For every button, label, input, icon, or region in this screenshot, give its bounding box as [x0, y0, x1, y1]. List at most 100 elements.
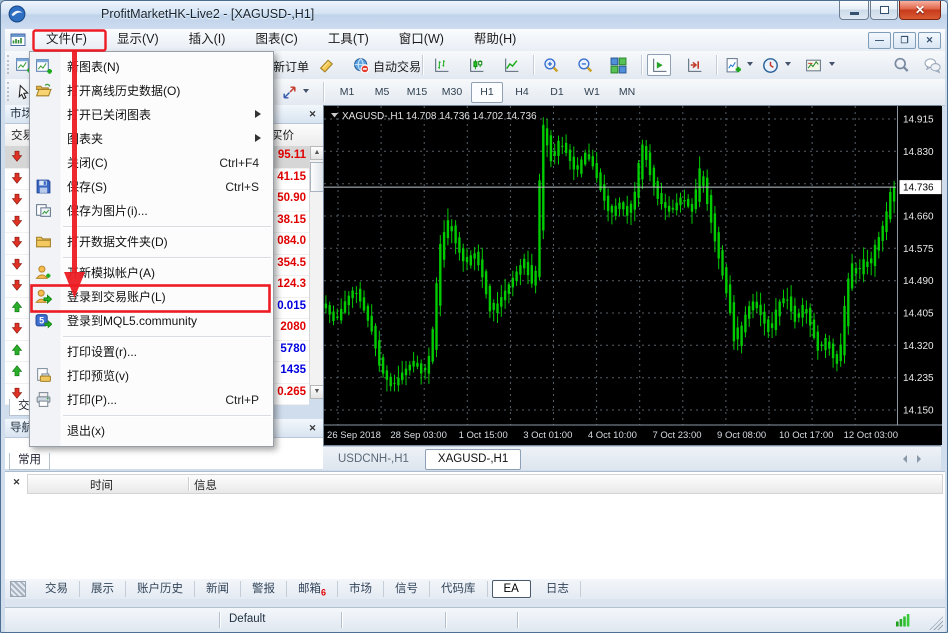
file-menu-item-打开离线历史数据(O)[interactable]: 打开离线历史数据(O) — [30, 79, 273, 103]
file-menu-item-保存(S)[interactable]: 保存(S)Ctrl+S — [30, 175, 273, 199]
chart-tab-XAGUSD-,H1[interactable]: XAGUSD-,H1 — [425, 449, 521, 470]
terminal-tab-账户历史[interactable]: 账户历史 — [126, 581, 195, 597]
timeframe-M15[interactable]: M15 — [401, 82, 433, 103]
timeframe-MN[interactable]: MN — [611, 82, 643, 103]
resize-grip[interactable] — [929, 616, 943, 630]
menubar-item-显示(V)[interactable]: 显示(V) — [102, 29, 174, 51]
tab-scroll-left-icon[interactable] — [899, 455, 907, 463]
child-window-icon[interactable] — [10, 32, 26, 48]
gold-tag-icon[interactable] — [314, 54, 338, 76]
status-profile[interactable]: Default — [229, 613, 265, 625]
file-menu-item-登录到MQL5.community[interactable]: 5登录到MQL5.community — [30, 309, 273, 333]
periods-dropdown-icon[interactable] — [785, 62, 791, 69]
file-menu-item-退出(x)[interactable]: 退出(x) — [30, 419, 273, 443]
timeframe-M5[interactable]: M5 — [366, 82, 398, 103]
new-order-label[interactable]: 新订单 — [273, 58, 309, 75]
client-gap — [5, 599, 945, 607]
chart-tab-USDCNH-,H1[interactable]: USDCNH-,H1 — [326, 450, 421, 469]
navigator-close-icon[interactable]: ✕ — [306, 422, 319, 435]
toolbar-separator — [323, 82, 324, 102]
trend-down-icon — [10, 321, 24, 335]
arrows-tool-button[interactable] — [277, 81, 301, 103]
timeframe-H1[interactable]: H1 — [471, 82, 503, 103]
chart-shift-button[interactable] — [682, 54, 706, 76]
menubar-item-插入(I)[interactable]: 插入(I) — [174, 29, 241, 51]
timeframe-M1[interactable]: M1 — [331, 82, 363, 103]
terminal-tab-信号[interactable]: 信号 — [384, 581, 430, 597]
scroll-up-icon[interactable]: ▲ — [310, 146, 324, 160]
child-close-button[interactable]: ✕ — [918, 32, 941, 49]
file-menu-item-图表夹[interactable]: 图表夹 — [30, 127, 273, 151]
periods-button[interactable] — [758, 54, 782, 76]
bid-column-header[interactable]: 买价 — [271, 127, 294, 143]
menubar-item-文件(F)[interactable]: 文件(F) — [31, 29, 102, 51]
chat-icon[interactable] — [920, 54, 944, 76]
title-bar[interactable]: ProfitMarketHK-Live2 - [XAGUSD-,H1] ✕ — [1, 1, 948, 29]
terminal-tab-日志[interactable]: 日志 — [535, 581, 581, 597]
arrows-tool-dropdown-icon[interactable] — [303, 89, 309, 96]
line-chart-mode-button[interactable] — [499, 54, 523, 76]
menubar-item-工具(T)[interactable]: 工具(T) — [313, 29, 384, 51]
tile-windows-button[interactable] — [606, 54, 630, 76]
svg-text:14.150: 14.150 — [903, 406, 934, 417]
menubar-item-图表(C)[interactable]: 图表(C) — [240, 29, 312, 51]
zoom-out-button[interactable] — [573, 54, 597, 76]
menu-item-shortcut: Ctrl+P — [225, 388, 259, 412]
scrollbar-thumb[interactable] — [310, 162, 324, 192]
bid-value: 124.3 — [277, 278, 306, 290]
templates-dropdown-icon[interactable] — [829, 62, 835, 69]
terminal-tab-bar: 交易展示账户历史新闻警报邮箱6市场信号代码库EA日志 — [5, 579, 945, 599]
navigator-tab-common[interactable]: 常用 — [9, 453, 50, 470]
terminal-tab-代码库[interactable]: 代码库 — [430, 581, 488, 597]
bar-chart-mode-button[interactable] — [429, 54, 453, 76]
candlestick-mode-button[interactable] — [464, 54, 488, 76]
file-menu-item-新图表(N)[interactable]: 新图表(N) — [30, 55, 273, 79]
file-menu-item-打开数据文件夹(D)[interactable]: 打开数据文件夹(D) — [30, 230, 273, 254]
file-menu-item-保存为图片(i)...[interactable]: 保存为图片(i)... — [30, 199, 273, 223]
file-menu-item-打印(P)...[interactable]: 打印(P)...Ctrl+P — [30, 388, 273, 412]
time-column-header[interactable]: 时间 — [90, 477, 113, 493]
terminal-tab-邮箱[interactable]: 邮箱6 — [287, 581, 338, 597]
scroll-down-icon[interactable]: ▼ — [310, 385, 324, 399]
chart-canvas[interactable]: 14.91514.83014.66014.57514.49014.40514.3… — [324, 106, 942, 445]
terminal-tab-交易[interactable]: 交易 — [34, 581, 80, 597]
file-menu-item-打印预览(v)[interactable]: 打印预览(v) — [30, 364, 273, 388]
menubar-item-窗口(W)[interactable]: 窗口(W) — [384, 29, 459, 51]
timeframe-H4[interactable]: H4 — [506, 82, 538, 103]
file-menu-item-打印设置(r)...[interactable]: 打印设置(r)... — [30, 340, 273, 364]
info-column-header[interactable]: 信息 — [194, 477, 217, 493]
templates-button[interactable] — [801, 54, 825, 76]
menubar-item-帮助(H)[interactable]: 帮助(H) — [459, 29, 531, 51]
terminal-tab-市场[interactable]: 市场 — [338, 581, 384, 597]
child-minimize-button[interactable]: — — [868, 32, 891, 49]
file-menu-item-关闭(C)[interactable]: 关闭(C)Ctrl+F4 — [30, 151, 273, 175]
market-watch-scrollbar[interactable]: ▲ ▼ — [309, 146, 324, 399]
autotrading-icon[interactable] — [349, 54, 373, 76]
autotrading-label[interactable]: 自动交易 — [373, 58, 421, 75]
child-restore-button[interactable]: ❐ — [893, 32, 916, 49]
timeframe-M30[interactable]: M30 — [436, 82, 468, 103]
terminal-tab-新闻[interactable]: 新闻 — [195, 581, 241, 597]
terminal-close-icon[interactable]: ✕ — [10, 476, 23, 489]
market-watch-close-icon[interactable]: ✕ — [306, 108, 319, 121]
file-menu-item-打开已关闭图表[interactable]: 打开已关闭图表 — [30, 103, 273, 127]
close-button[interactable]: ✕ — [899, 1, 941, 20]
auto-scroll-button[interactable] — [647, 54, 671, 76]
timeframe-D1[interactable]: D1 — [541, 82, 573, 103]
chart-window[interactable]: 14.91514.83014.66014.57514.49014.40514.3… — [323, 105, 941, 446]
terminal-tab-警报[interactable]: 警报 — [241, 581, 287, 597]
indicators-dropdown-icon[interactable] — [747, 62, 753, 69]
zoom-in-button[interactable] — [539, 54, 563, 76]
minimize-button[interactable] — [839, 1, 869, 20]
file-menu-item-登录到交易账户(L)[interactable]: 登录到交易账户(L) — [30, 285, 273, 309]
terminal-tab-展示[interactable]: 展示 — [80, 581, 126, 597]
tab-scroll-right-icon[interactable] — [917, 455, 925, 463]
timeframe-W1[interactable]: W1 — [576, 82, 608, 103]
svg-text:10 Oct 17:00: 10 Oct 17:00 — [779, 430, 833, 441]
search-icon[interactable] — [889, 54, 913, 76]
file-menu-item-开新模拟帐户(A)[interactable]: 开新模拟帐户(A) — [30, 261, 273, 285]
indicators-button[interactable] — [721, 54, 745, 76]
panel-grip-icon[interactable] — [10, 581, 26, 597]
terminal-tab-EA[interactable]: EA — [492, 580, 531, 598]
restore-button[interactable] — [870, 1, 898, 20]
